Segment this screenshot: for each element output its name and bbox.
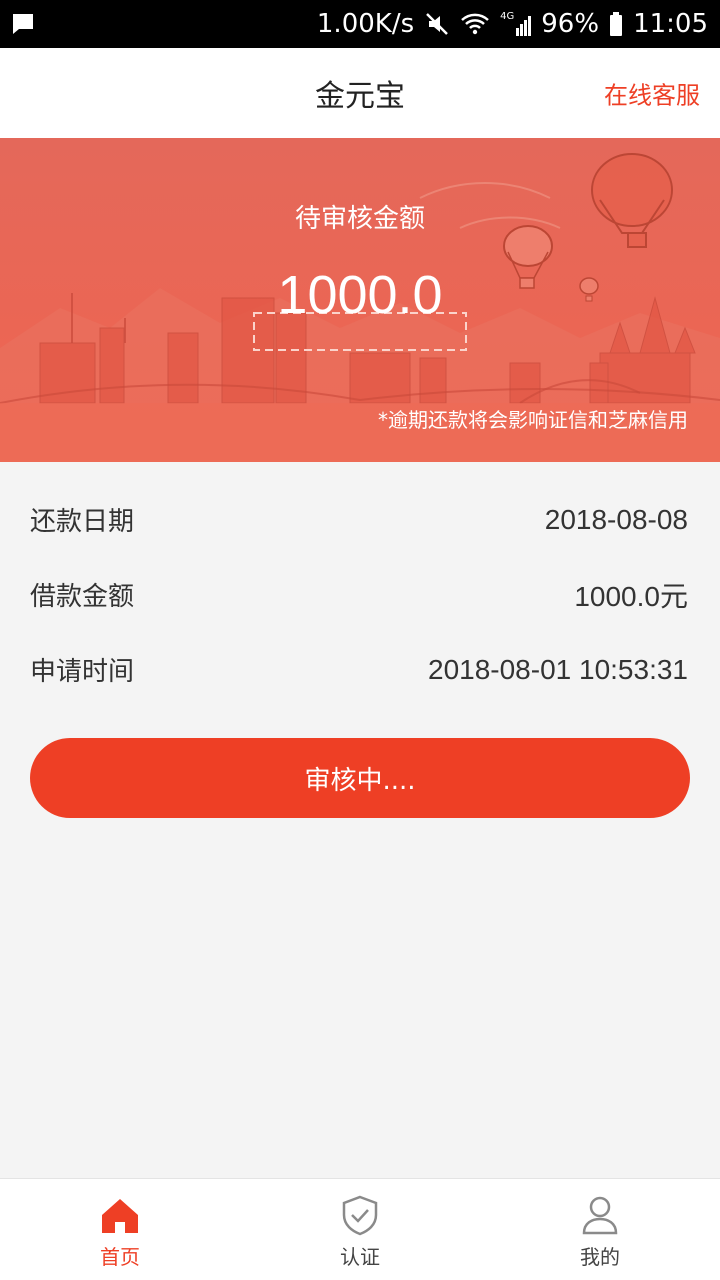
message-icon (13, 14, 33, 34)
nav-label: 我的 (580, 1245, 620, 1269)
user-icon (582, 1196, 618, 1235)
signal-icon: 4G (500, 12, 532, 36)
nav-label: 首页 (100, 1245, 140, 1269)
detail-value: 2018-08-08 (544, 503, 688, 535)
wifi-icon (461, 13, 489, 35)
shield-check-icon (342, 1195, 378, 1236)
repayment-date-row: 还款日期 2018-08-08 (0, 482, 720, 557)
reviewing-button[interactable]: 审核中.... (30, 738, 690, 818)
detail-label: 申请时间 (30, 657, 135, 687)
detail-value: 1000.0元 (574, 580, 688, 612)
app-header: 金元宝 在线客服 (0, 48, 720, 138)
detail-label: 借款金额 (30, 582, 135, 612)
amount-banner: 待审核金额 1000.0 *逾期还款将会影响证信和芝麻信用 (0, 138, 720, 462)
battery-icon (610, 12, 623, 36)
loan-details: 还款日期 2018-08-08 借款金额 1000.0元 申请时间 2018-0… (0, 482, 720, 707)
nav-item-verify[interactable]: 认证 (240, 1179, 480, 1280)
net-speed: 1.00K/s (316, 9, 415, 39)
loan-amount-row: 借款金额 1000.0元 (0, 557, 720, 632)
apply-time-row: 申请时间 2018-08-01 10:53:31 (0, 632, 720, 707)
bottom-nav: 首页 认证 我的 (0, 1178, 720, 1280)
online-service-link[interactable]: 在线客服 (604, 76, 700, 111)
clock: 11:05 (633, 9, 708, 39)
status-bar: 1.00K/s 4G 96% 11:05 (0, 0, 720, 48)
nav-item-mine[interactable]: 我的 (480, 1179, 720, 1280)
detail-value: 2018-08-01 10:53:31 (428, 653, 688, 685)
nav-item-home[interactable]: 首页 (0, 1179, 240, 1280)
page-title: 金元宝 (315, 79, 405, 114)
pending-amount-value: 1000.0 (277, 265, 443, 325)
detail-label: 还款日期 (30, 507, 135, 537)
battery-percent: 96% (541, 9, 600, 39)
nav-label: 认证 (340, 1245, 380, 1269)
mute-icon (426, 13, 449, 35)
pending-amount-label: 待审核金额 (294, 204, 425, 234)
overdue-notice: *逾期还款将会影响证信和芝麻信用 (378, 408, 688, 432)
home-icon (102, 1199, 138, 1233)
